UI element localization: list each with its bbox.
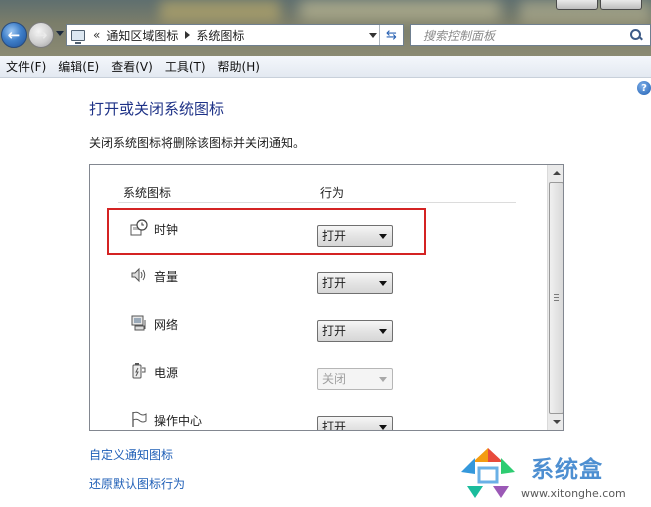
menu-tools[interactable]: 工具(T) bbox=[159, 58, 212, 75]
watermark-url: www.xitonghe.com bbox=[521, 487, 626, 500]
behavior-value: 打开 bbox=[322, 276, 347, 290]
scroll-grip bbox=[554, 300, 559, 301]
chevron-down-icon bbox=[379, 329, 387, 334]
row-label: 网络 bbox=[154, 318, 179, 332]
header-divider bbox=[118, 202, 516, 203]
search-box[interactable]: 搜索控制面板 bbox=[410, 24, 651, 46]
page-title: 打开或关闭系统图标 bbox=[89, 100, 225, 118]
menu-help[interactable]: 帮助(H) bbox=[212, 58, 266, 75]
chevron-down-icon bbox=[552, 420, 561, 424]
watermark-logo-icon bbox=[461, 448, 515, 498]
background-blur bbox=[300, 0, 500, 20]
row-label: 时钟 bbox=[154, 223, 179, 237]
action-center-flag-icon bbox=[132, 411, 147, 427]
power-icon bbox=[132, 363, 146, 379]
breadcrumb-item[interactable]: 系统图标 bbox=[196, 27, 244, 44]
refresh-icon: ⇆ bbox=[386, 27, 397, 43]
recent-pages-dropdown-icon[interactable] bbox=[56, 31, 64, 36]
scroll-grip bbox=[554, 297, 559, 298]
chevron-down-icon bbox=[379, 425, 387, 430]
breadcrumb-item[interactable]: 通知区域图标 bbox=[106, 27, 178, 44]
scroll-down-button[interactable] bbox=[549, 414, 563, 430]
back-arrow-icon: ← bbox=[7, 25, 21, 44]
menu-bar: 文件(F) 编辑(E) 查看(V) 工具(T) 帮助(H) bbox=[0, 56, 651, 78]
behavior-select[interactable]: 打开 bbox=[317, 320, 393, 342]
back-button[interactable]: ← bbox=[1, 22, 27, 48]
behavior-value: 打开 bbox=[322, 420, 347, 431]
row-label: 电源 bbox=[154, 366, 179, 380]
chevron-up-icon bbox=[552, 171, 561, 175]
scroll-thumb[interactable] bbox=[549, 182, 563, 414]
chevron-down-icon bbox=[379, 377, 387, 382]
vertical-scrollbar[interactable] bbox=[547, 165, 563, 430]
scroll-up-button[interactable] bbox=[549, 165, 563, 181]
window-control-button[interactable] bbox=[556, 0, 598, 10]
forward-button[interactable]: → bbox=[28, 22, 54, 48]
address-dropdown-icon[interactable] bbox=[369, 33, 377, 38]
behavior-select[interactable]: 打开 bbox=[317, 225, 393, 247]
row-label: 音量 bbox=[154, 270, 179, 284]
table-row: 音量 打开 bbox=[90, 266, 548, 306]
chevron-down-icon bbox=[379, 234, 387, 239]
column-header-behavior: 行为 bbox=[320, 186, 345, 200]
column-header-icon: 系统图标 bbox=[123, 186, 172, 200]
window-control-button[interactable] bbox=[600, 0, 642, 10]
search-icon[interactable] bbox=[630, 29, 642, 41]
title-bar: ← → « 通知区域图标 系统图标 ⇆ 搜索控制面板 bbox=[0, 0, 651, 56]
scroll-grip bbox=[554, 294, 559, 295]
page-description: 关闭系统图标将删除该图标并关闭通知。 bbox=[89, 136, 306, 150]
control-panel-icon bbox=[71, 29, 85, 44]
row-label: 操作中心 bbox=[154, 414, 203, 428]
search-input[interactable]: 搜索控制面板 bbox=[423, 27, 630, 44]
refresh-button[interactable]: ⇆ bbox=[379, 25, 403, 45]
clock-icon bbox=[130, 219, 148, 236]
menu-edit[interactable]: 编辑(E) bbox=[52, 58, 105, 75]
table-row: 时钟 打开 bbox=[90, 219, 548, 259]
behavior-value: 打开 bbox=[322, 324, 347, 338]
forward-arrow-icon: → bbox=[34, 25, 48, 44]
table-row: 电源 关闭 bbox=[90, 362, 548, 402]
behavior-select: 关闭 bbox=[317, 368, 393, 390]
menu-view[interactable]: 查看(V) bbox=[105, 58, 159, 75]
network-icon bbox=[131, 315, 146, 331]
behavior-value: 打开 bbox=[322, 229, 347, 243]
breadcrumb-overflow[interactable]: « bbox=[93, 28, 100, 42]
restore-default-behavior-link[interactable]: 还原默认图标行为 bbox=[89, 475, 185, 492]
customize-notification-icons-link[interactable]: 自定义通知图标 bbox=[89, 446, 173, 463]
system-icons-list: 系统图标 行为 时钟 打开 音量 打开 网络 打开 电源 关闭 操作中心 打开 bbox=[89, 164, 564, 431]
watermark: 系统盒 www.xitonghe.com bbox=[455, 442, 651, 507]
menu-file[interactable]: 文件(F) bbox=[0, 58, 52, 75]
table-row: 网络 打开 bbox=[90, 314, 548, 354]
table-row: 操作中心 打开 bbox=[90, 410, 548, 431]
breadcrumb-chevron-icon[interactable] bbox=[185, 31, 191, 39]
address-bar[interactable]: « 通知区域图标 系统图标 ⇆ bbox=[66, 24, 404, 46]
background-blur bbox=[160, 0, 280, 22]
volume-icon bbox=[131, 267, 146, 283]
behavior-select[interactable]: 打开 bbox=[317, 416, 393, 431]
behavior-value: 关闭 bbox=[322, 372, 347, 386]
watermark-name: 系统盒 bbox=[531, 457, 603, 483]
chevron-down-icon bbox=[379, 281, 387, 286]
behavior-select[interactable]: 打开 bbox=[317, 272, 393, 294]
help-icon[interactable]: ? bbox=[637, 81, 651, 95]
